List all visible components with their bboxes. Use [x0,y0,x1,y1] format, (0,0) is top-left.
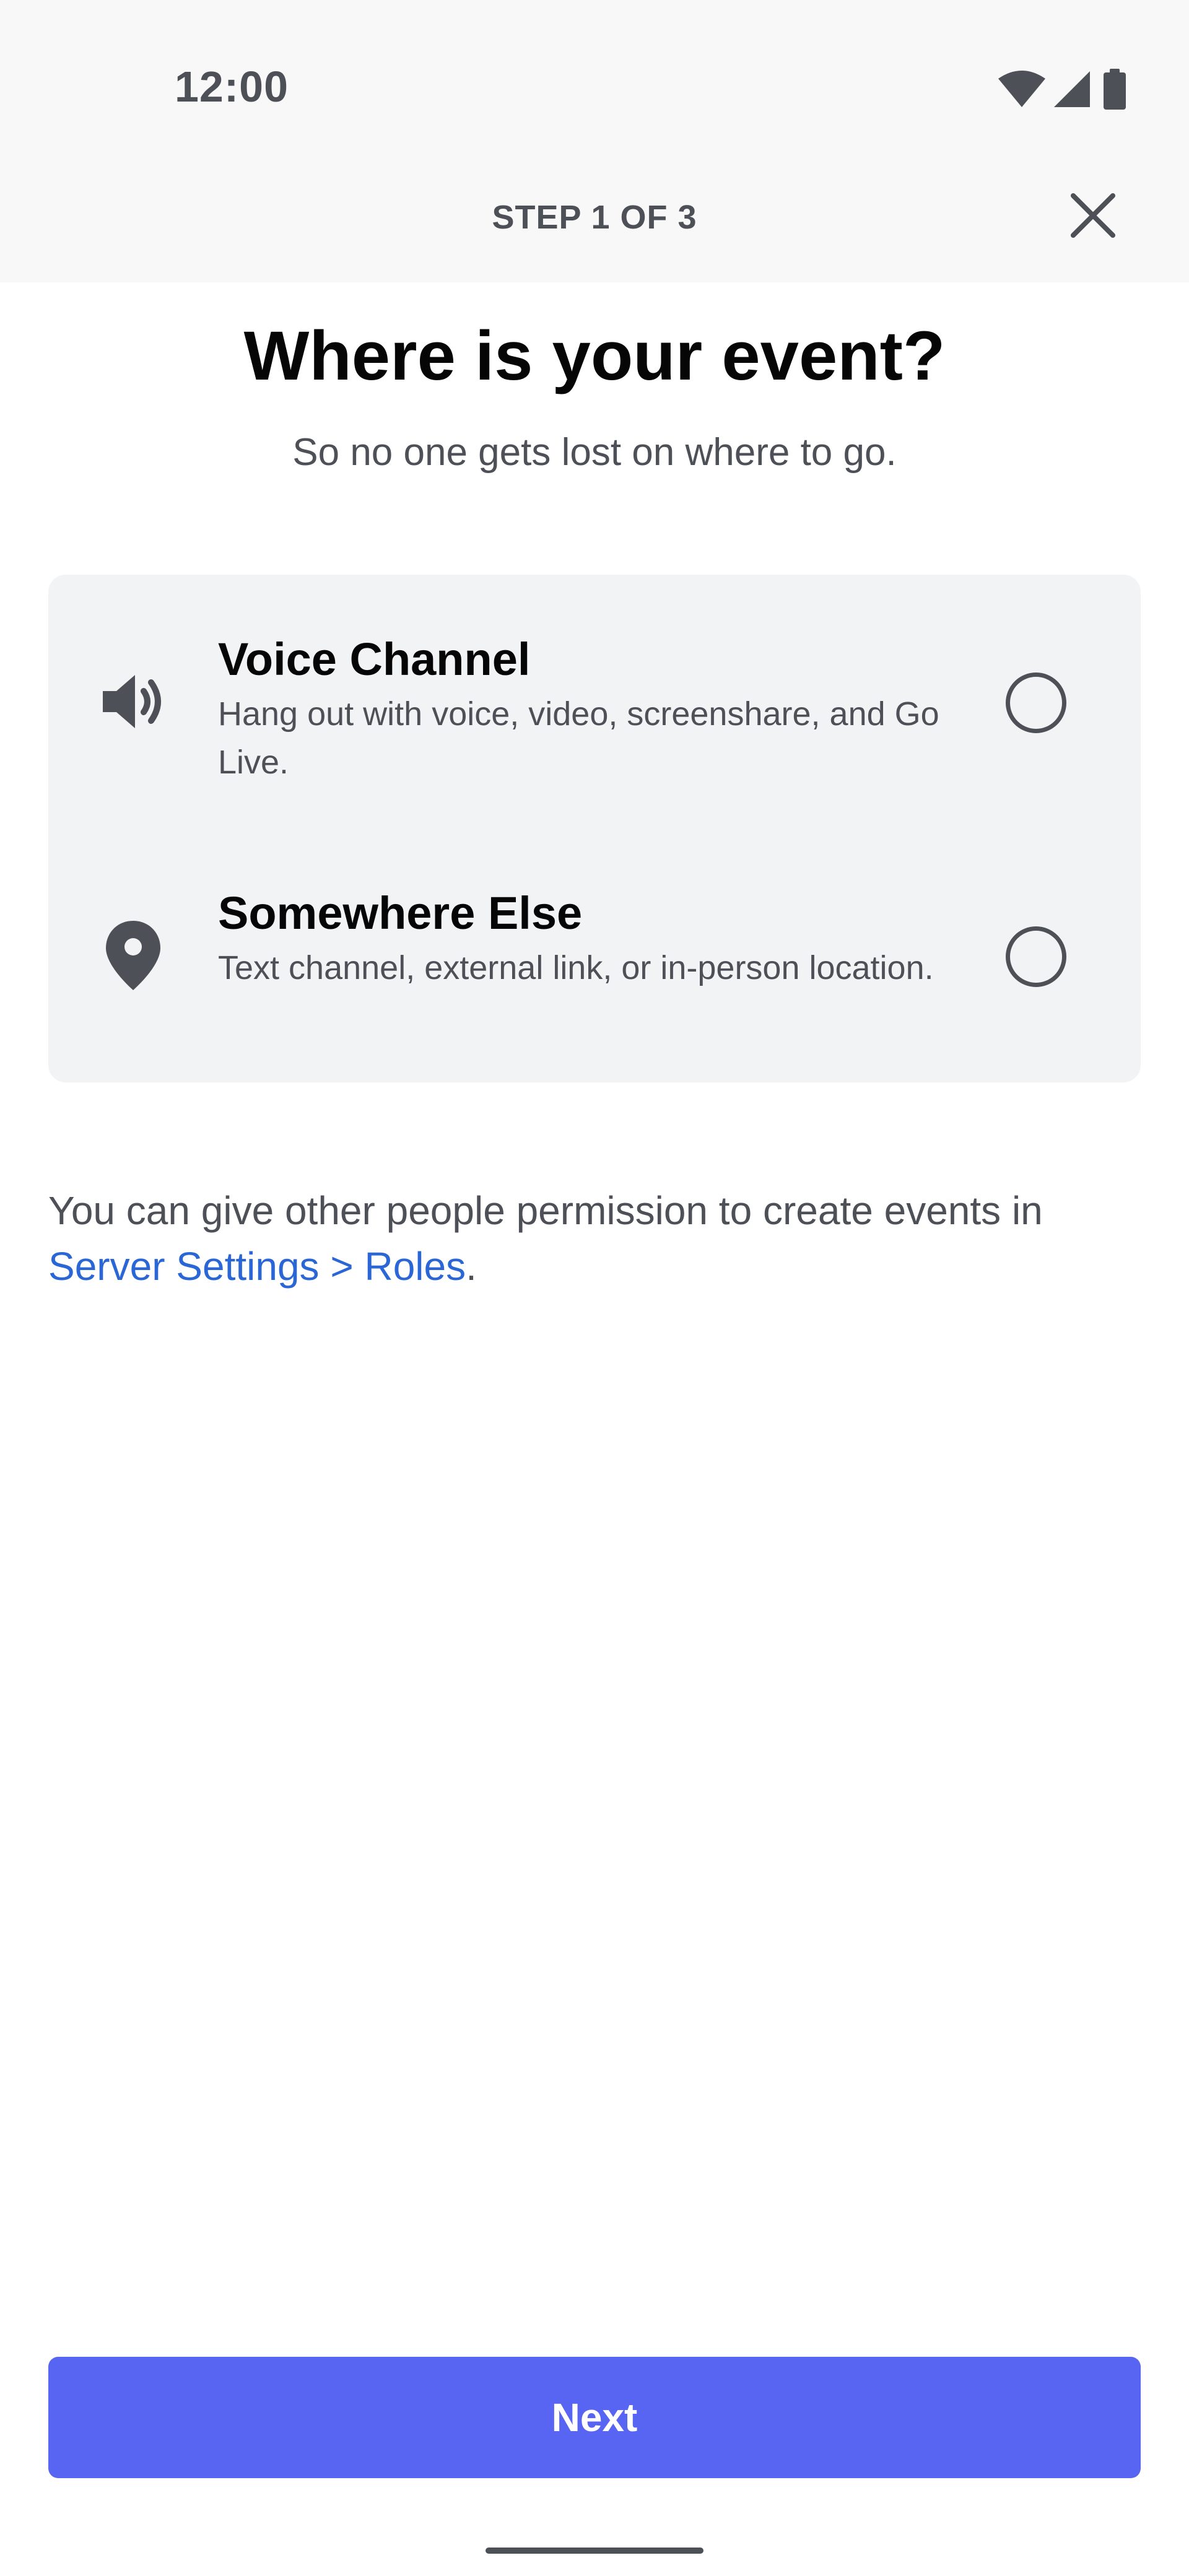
close-icon [1069,192,1117,242]
cellular-signal-icon [1053,70,1091,108]
step-indicator: STEP 1 OF 3 [492,199,697,236]
status-icons [997,68,1127,110]
location-options: Voice Channel Hang out with voice, video… [48,575,1141,1082]
option-somewhere-else[interactable]: Somewhere Else Text channel, external li… [48,829,1141,1082]
location-pin-icon [99,915,167,996]
battery-icon [1102,69,1127,110]
option-voice-channel[interactable]: Voice Channel Hang out with voice, video… [48,575,1141,829]
page-title: Where is your event? [243,317,946,394]
event-location-screen: 12:00 STEP 1 OF 3 Where is your event? S… [0,0,1189,2576]
permission-note: You can give other people permission to … [48,1183,1157,1294]
option-title: Voice Channel [218,633,531,685]
server-settings-roles-link[interactable]: Server Settings > Roles [48,1244,466,1289]
radio-button[interactable] [1006,672,1066,733]
permission-note-text: You can give other people permission to … [48,1188,1043,1233]
permission-note-suffix: . [466,1244,477,1289]
option-description: Hang out with voice, video, screenshare,… [218,695,939,781]
home-indicator[interactable] [486,2548,703,2554]
radio-button[interactable] [1006,926,1066,987]
wifi-icon [997,70,1047,108]
next-button[interactable]: Next [48,2357,1141,2478]
top-bar: 12:00 STEP 1 OF 3 [0,0,1189,282]
page-subtitle: So no one gets lost on where to go. [292,431,897,474]
speaker-icon [99,661,167,742]
option-description: Text channel, external link, or in-perso… [218,949,934,986]
status-time: 12:00 [175,63,289,111]
option-title: Somewhere Else [218,887,583,939]
close-button[interactable] [1065,192,1121,242]
